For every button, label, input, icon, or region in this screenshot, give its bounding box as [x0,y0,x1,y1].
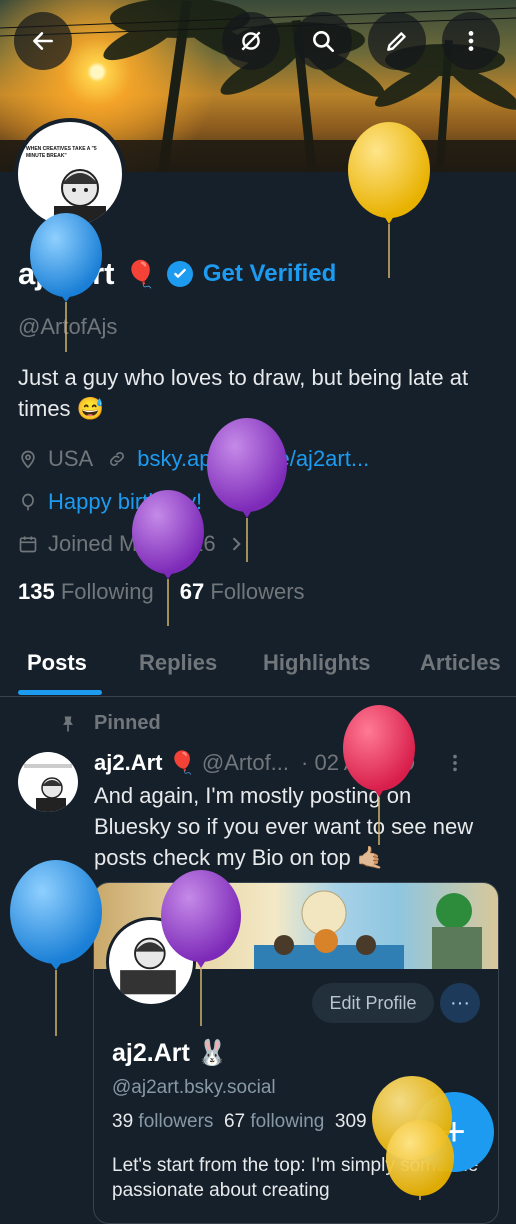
embedded-name: aj2.Art 🐰 [112,1039,228,1067]
tab-highlights[interactable]: Highlights [263,650,371,676]
more-options-button[interactable] [442,12,500,70]
compose-fab-button[interactable]: + [414,1092,494,1172]
post-image[interactable]: Edit Profile ··· aj2.Art 🐰 @aj2art.bsky.… [93,882,499,1224]
search-button[interactable] [294,12,352,70]
pinned-label: Pinned [94,712,161,734]
post-date[interactable]: · 02 Apr [301,750,378,776]
birthday-row: Happy birthday! [18,489,202,515]
edit-icon [387,32,406,51]
arrow-left-icon [33,32,53,50]
embedded-posts-count: 309 [334,1111,367,1132]
embedded-edit-profile-button: Edit Profile [312,983,434,1023]
post-more-icon[interactable] [444,752,466,774]
followers-count: 67 [179,579,205,604]
active-tab-indicator [18,690,102,695]
bluesky-off-icon [241,31,261,51]
embedded-followers-label: followers [138,1111,214,1132]
bluesky-off-icon[interactable] [394,751,418,775]
post-author-name[interactable]: aj2.Art [94,750,162,776]
website-link[interactable]: bsky.app/profile/aj2art... [137,446,369,472]
post-author-handle[interactable]: @Artof... [202,750,289,776]
profile-tabs: Posts Replies Highlights Articles [0,640,516,697]
tab-replies[interactable]: Replies [139,650,217,676]
profile-avatar[interactable]: WHEN CREATIVES TAKE A "5 MINUTE BREAK" [14,118,126,230]
more-vertical-icon [468,31,474,51]
profile-bio: Just a guy who loves to draw, but being … [18,365,469,421]
embedded-avatar [106,917,196,1007]
embedded-stats: 39 followers 67 following 309 [112,1111,367,1133]
back-button[interactable] [14,12,72,70]
following-label: Following [60,579,154,604]
tab-articles[interactable]: Articles [420,650,501,676]
get-verified-link[interactable]: Get Verified [203,260,336,288]
followers-label: Followers [210,579,305,604]
embedded-followers-count: 39 [112,1111,134,1132]
location-icon [21,450,35,469]
bluesky-toggle-button[interactable] [222,12,280,70]
following-count: 135 [18,579,55,604]
edit-button[interactable] [368,12,426,70]
profile-handle: @ArtofAjs [18,314,118,339]
post-text: And again, I'm mostly posting on Bluesky… [94,783,474,870]
link-icon [110,452,125,466]
joined-row[interactable]: Joined May 2016 [18,531,246,557]
pin-icon [63,716,73,731]
post-avatar[interactable] [18,752,78,812]
following-stat[interactable]: 135 Following [18,579,154,605]
joined-text: Joined May 2016 [48,531,216,556]
verified-badge-icon[interactable] [166,261,193,287]
search-icon [313,31,335,53]
balloon-emoji: 🎈 [124,258,157,289]
location-text: USA [48,446,94,471]
tab-posts[interactable]: Posts [27,650,87,676]
birthday-text[interactable]: Happy birthday! [48,489,202,515]
profile-name: aj2.Art [18,256,115,291]
embedded-following-count: 67 [223,1111,246,1132]
balloon-blue-bottom [10,860,102,1036]
embedded-handle: @aj2art.bsky.social [112,1077,276,1098]
profile-meta-row: USA bsky.app/profile/aj2art... [18,446,369,472]
embedded-following-label: following [250,1111,325,1132]
balloon-icon [22,493,34,511]
post-balloon-emoji: 🎈 [168,750,196,775]
profile-name-row: aj2.Art 🎈 Get Verified [18,256,336,292]
chevron-right-icon [232,537,241,551]
pinned-label-row: Pinned [58,712,161,735]
calendar-icon [19,536,37,553]
follow-stats: 135 Following 67 Followers [18,579,305,605]
post-header: aj2.Art 🎈 @Artof... · 02 Apr [94,750,466,776]
embedded-more-button: ··· [440,983,480,1023]
followers-stat[interactable]: 67 Followers [180,579,305,605]
